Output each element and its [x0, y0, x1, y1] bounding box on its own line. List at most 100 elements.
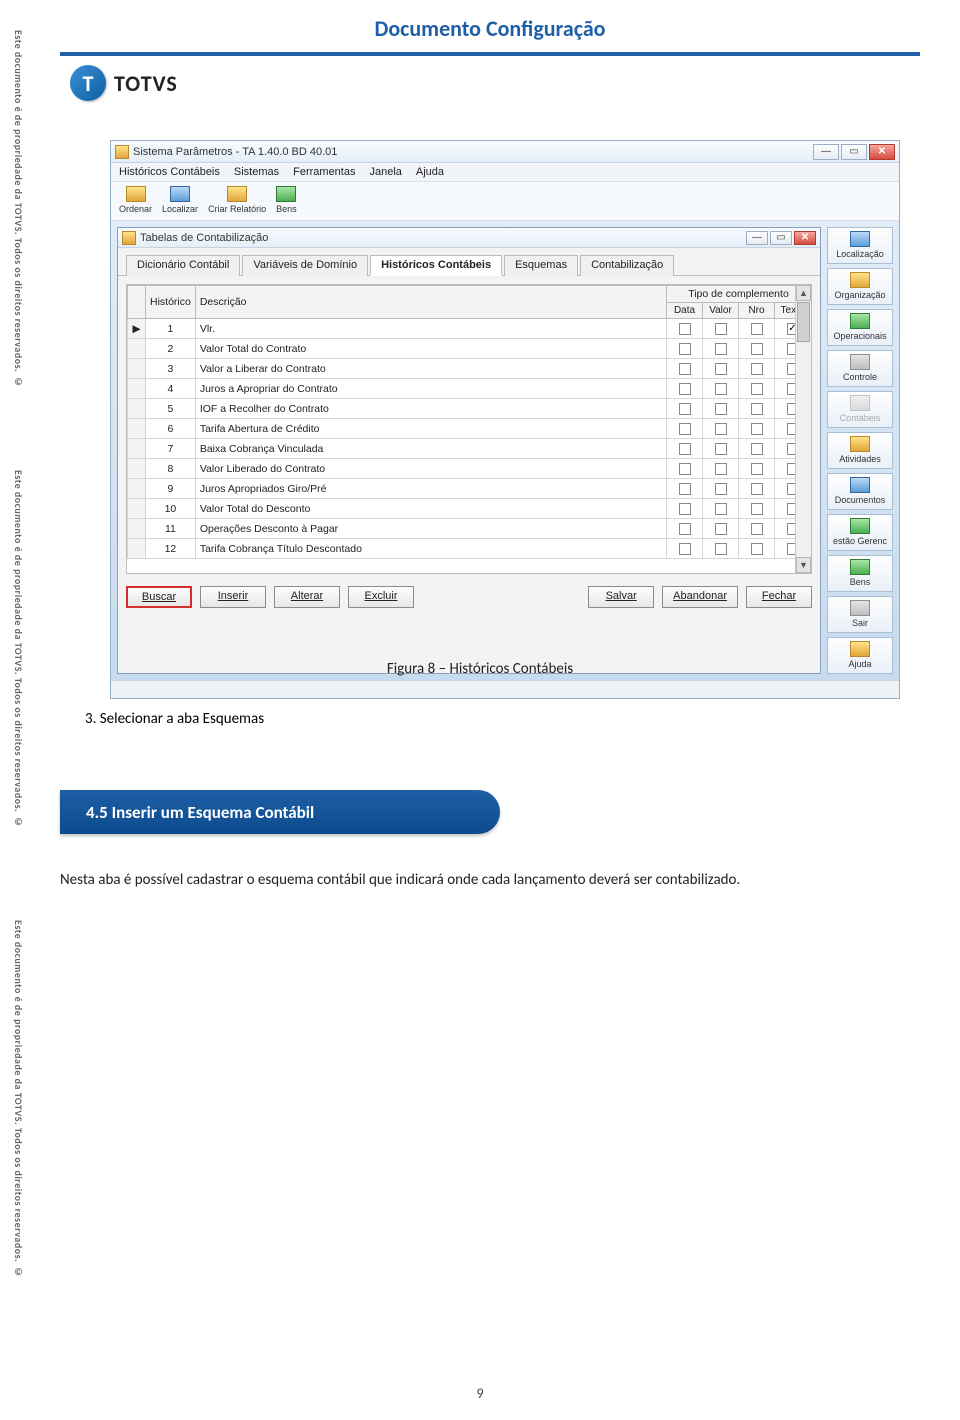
table-row[interactable]: 11Operações Desconto à Pagar	[128, 519, 811, 539]
cell-checkbox[interactable]	[739, 319, 775, 339]
checkbox-icon[interactable]	[751, 383, 763, 395]
cell-checkbox[interactable]	[703, 399, 739, 419]
tool-relatorio[interactable]: Criar Relatório	[208, 186, 266, 214]
cell-checkbox[interactable]	[739, 499, 775, 519]
checkbox-icon[interactable]	[715, 323, 727, 335]
sidebar-item-localiza-o[interactable]: Localização	[827, 227, 893, 264]
alterar-button[interactable]: Alterar	[274, 586, 340, 608]
sidebar-item-bens[interactable]: Bens	[827, 555, 893, 592]
excluir-button[interactable]: Excluir	[348, 586, 414, 608]
checkbox-icon[interactable]	[679, 483, 691, 495]
checkbox-icon[interactable]	[715, 543, 727, 555]
sidebar-item-operacionais[interactable]: Operacionais	[827, 309, 893, 346]
table-row[interactable]: 12Tarifa Cobrança Título Descontado	[128, 539, 811, 559]
checkbox-icon[interactable]	[751, 543, 763, 555]
checkbox-icon[interactable]	[679, 403, 691, 415]
table-row[interactable]: 5IOF a Recolher do Contrato	[128, 399, 811, 419]
cell-checkbox[interactable]	[667, 419, 703, 439]
checkbox-icon[interactable]	[715, 403, 727, 415]
inner-minimize-button[interactable]: —	[746, 231, 768, 245]
sidebar-item-controle[interactable]: Controle	[827, 350, 893, 387]
inserir-button[interactable]: Inserir	[200, 586, 266, 608]
checkbox-icon[interactable]	[751, 323, 763, 335]
menu-item-historicos[interactable]: Históricos Contábeis	[119, 166, 220, 178]
sidebar-item-sair[interactable]: Sair	[827, 596, 893, 633]
cell-checkbox[interactable]	[667, 319, 703, 339]
checkbox-icon[interactable]	[751, 443, 763, 455]
checkbox-icon[interactable]	[715, 443, 727, 455]
maximize-button[interactable]: ▭	[841, 144, 867, 160]
checkbox-icon[interactable]	[715, 503, 727, 515]
cell-checkbox[interactable]	[739, 519, 775, 539]
cell-checkbox[interactable]	[739, 379, 775, 399]
cell-checkbox[interactable]	[703, 419, 739, 439]
menu-item-ferramentas[interactable]: Ferramentas	[293, 166, 355, 178]
cell-checkbox[interactable]	[703, 479, 739, 499]
checkbox-icon[interactable]	[679, 423, 691, 435]
checkbox-icon[interactable]	[751, 503, 763, 515]
cell-checkbox[interactable]	[667, 539, 703, 559]
cell-checkbox[interactable]	[739, 359, 775, 379]
checkbox-icon[interactable]	[751, 403, 763, 415]
cell-checkbox[interactable]	[739, 419, 775, 439]
cell-checkbox[interactable]	[667, 499, 703, 519]
checkbox-icon[interactable]	[751, 343, 763, 355]
checkbox-icon[interactable]	[679, 343, 691, 355]
checkbox-icon[interactable]	[715, 383, 727, 395]
vertical-scrollbar[interactable]: ▲ ▼	[795, 285, 811, 573]
cell-checkbox[interactable]	[703, 459, 739, 479]
scroll-up-icon[interactable]: ▲	[796, 285, 811, 301]
checkbox-icon[interactable]	[751, 423, 763, 435]
tab-historicos[interactable]: Históricos Contábeis	[370, 255, 502, 276]
table-row[interactable]: 2Valor Total do Contrato	[128, 339, 811, 359]
inner-maximize-button[interactable]: ▭	[770, 231, 792, 245]
cell-checkbox[interactable]	[703, 339, 739, 359]
cell-checkbox[interactable]	[703, 379, 739, 399]
checkbox-icon[interactable]	[751, 523, 763, 535]
cell-checkbox[interactable]	[667, 439, 703, 459]
cell-checkbox[interactable]	[667, 459, 703, 479]
checkbox-icon[interactable]	[715, 423, 727, 435]
cell-checkbox[interactable]	[703, 439, 739, 459]
cell-checkbox[interactable]	[667, 399, 703, 419]
checkbox-icon[interactable]	[715, 343, 727, 355]
buscar-button[interactable]: Buscar	[126, 586, 192, 608]
checkbox-icon[interactable]	[715, 483, 727, 495]
cell-checkbox[interactable]	[667, 379, 703, 399]
checkbox-icon[interactable]	[751, 483, 763, 495]
tab-contabilizacao[interactable]: Contabilização	[580, 255, 674, 276]
cell-checkbox[interactable]	[739, 459, 775, 479]
table-row[interactable]: 9Juros Apropriados Giro/Pré	[128, 479, 811, 499]
table-row[interactable]: 3Valor a Liberar do Contrato	[128, 359, 811, 379]
inner-close-button[interactable]: ✕	[794, 231, 816, 245]
sidebar-item-documentos[interactable]: Documentos	[827, 473, 893, 510]
cell-checkbox[interactable]	[703, 519, 739, 539]
table-row[interactable]: 7Baixa Cobrança Vinculada	[128, 439, 811, 459]
cell-checkbox[interactable]	[739, 479, 775, 499]
tab-dicionario[interactable]: Dicionário Contábil	[126, 255, 240, 276]
close-button[interactable]: ✕	[869, 144, 895, 160]
salvar-button[interactable]: Salvar	[588, 586, 654, 608]
table-row[interactable]: 6Tarifa Abertura de Crédito	[128, 419, 811, 439]
cell-checkbox[interactable]	[739, 399, 775, 419]
checkbox-icon[interactable]	[715, 363, 727, 375]
menu-item-sistemas[interactable]: Sistemas	[234, 166, 279, 178]
checkbox-icon[interactable]	[679, 443, 691, 455]
checkbox-icon[interactable]	[715, 523, 727, 535]
sidebar-item-atividades[interactable]: Atividades	[827, 432, 893, 469]
scroll-down-icon[interactable]: ▼	[796, 557, 811, 573]
cell-checkbox[interactable]	[703, 359, 739, 379]
checkbox-icon[interactable]	[679, 363, 691, 375]
checkbox-icon[interactable]	[679, 523, 691, 535]
cell-checkbox[interactable]	[739, 339, 775, 359]
checkbox-icon[interactable]	[715, 463, 727, 475]
abandonar-button[interactable]: Abandonar	[662, 586, 738, 608]
cell-checkbox[interactable]	[667, 479, 703, 499]
cell-checkbox[interactable]	[667, 519, 703, 539]
sidebar-item-est-o-gerenc[interactable]: estão Gerenc	[827, 514, 893, 551]
tab-variaveis[interactable]: Variáveis de Domínio	[242, 255, 368, 276]
cell-checkbox[interactable]	[739, 439, 775, 459]
table-row[interactable]: ▶1Vlr.	[128, 319, 811, 339]
table-row[interactable]: 10Valor Total do Desconto	[128, 499, 811, 519]
cell-checkbox[interactable]	[703, 319, 739, 339]
